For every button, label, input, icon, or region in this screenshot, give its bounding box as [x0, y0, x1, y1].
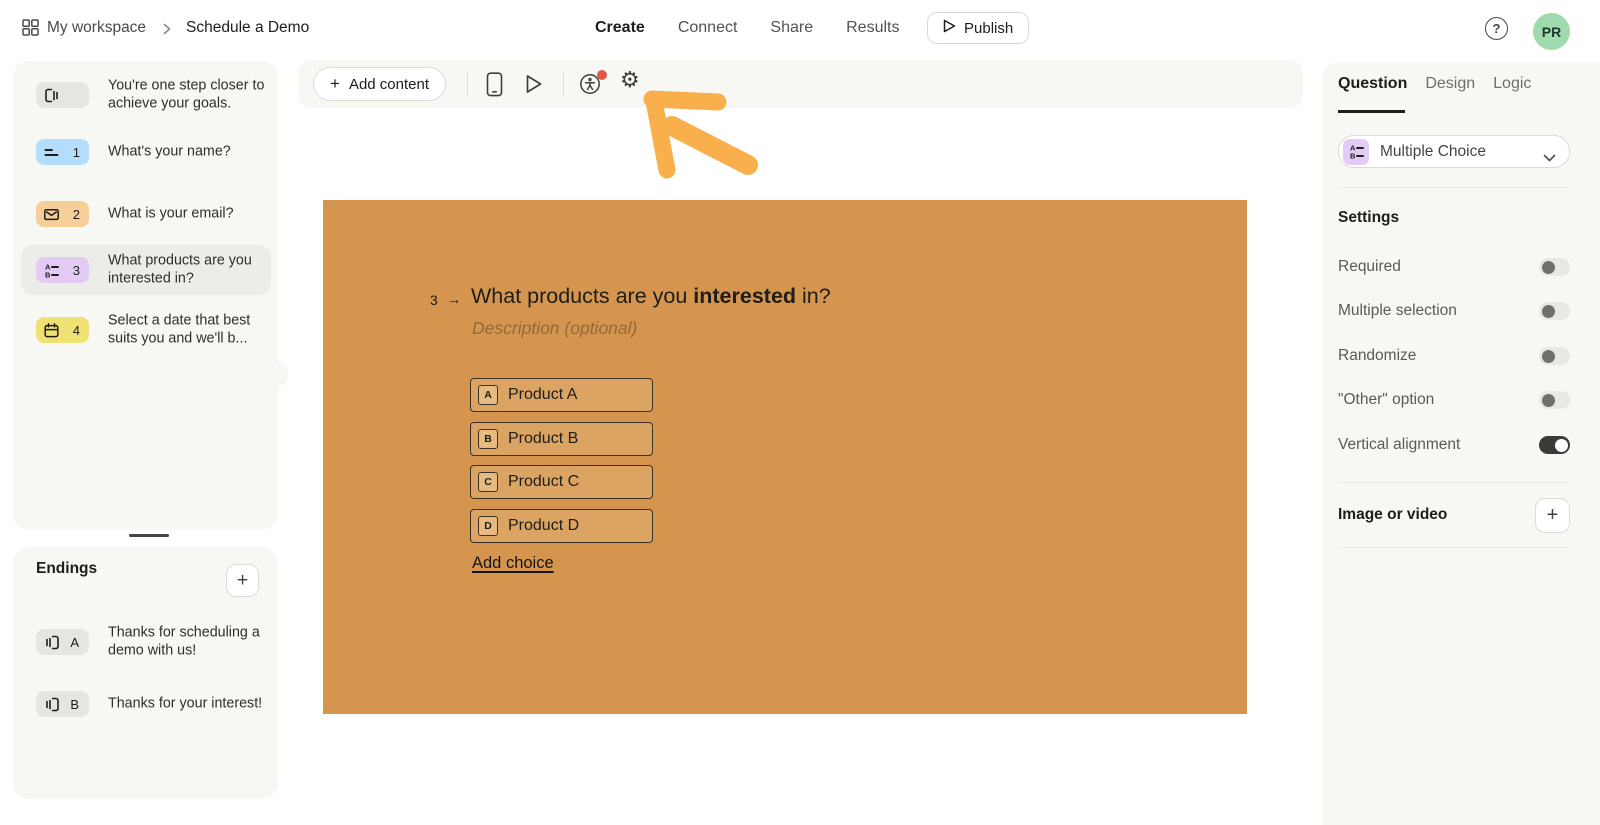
breadcrumb-chevron-icon: [163, 22, 171, 40]
choice-key-badge: C: [478, 472, 498, 492]
sidebar-item-label: What is your email?: [108, 205, 276, 223]
add-ending-button[interactable]: +: [226, 564, 259, 597]
setting-row-randomize: Randomize: [1338, 346, 1570, 366]
other-option-toggle[interactable]: [1539, 391, 1570, 409]
nav-tab-connect[interactable]: Connect: [678, 19, 738, 37]
active-tab-underline: [1338, 110, 1405, 113]
endings-panel: Endings + A Thanks for scheduling a demo…: [13, 547, 278, 799]
main-nav: Create Connect Share Results: [595, 0, 899, 55]
sidebar-item-label: You're one step closer to achieve your g…: [108, 78, 276, 113]
ending-item-b[interactable]: B Thanks for your interest!: [21, 679, 271, 729]
sidebar-collapse-handle[interactable]: [272, 361, 288, 387]
panel-resize-handle[interactable]: [129, 534, 169, 537]
ending-item-label: Thanks for your interest!: [108, 695, 276, 713]
calendar-icon: [43, 322, 60, 339]
panel-divider: [1338, 187, 1570, 188]
help-icon[interactable]: ?: [1485, 17, 1508, 40]
sidebar-item-3-products[interactable]: A B 3 What products are you interested i…: [21, 245, 271, 295]
sidebar-item-welcome[interactable]: You're one step closer to achieve your g…: [21, 70, 271, 120]
panel-divider: [1338, 547, 1570, 548]
choice-option-c[interactable]: C Product C: [470, 465, 653, 499]
randomize-toggle[interactable]: [1539, 347, 1570, 365]
welcome-screen-icon: [43, 87, 60, 104]
publish-play-icon: [943, 19, 956, 37]
tab-question[interactable]: Question: [1338, 75, 1407, 111]
choice-key-badge: B: [478, 429, 498, 449]
question-settings-panel: Question Design Logic A B Multiple Choic…: [1322, 62, 1600, 825]
publish-button[interactable]: Publish: [927, 12, 1029, 44]
sidebar-item-2-email[interactable]: 2 What is your email?: [21, 189, 271, 239]
tab-design[interactable]: Design: [1425, 75, 1475, 111]
choice-option-b[interactable]: B Product B: [470, 422, 653, 456]
question-title-input[interactable]: What products are you interested in?: [471, 284, 831, 309]
ending-item-label: Thanks for scheduling a demo with us!: [108, 625, 276, 660]
choice-option-d[interactable]: D Product D: [470, 509, 653, 543]
multiple-choice-icon: A B: [1348, 143, 1365, 160]
question-type-dropdown[interactable]: A B Multiple Choice: [1338, 135, 1570, 168]
toolbar-divider: [563, 72, 564, 96]
setting-row-required: Required: [1338, 257, 1570, 277]
svg-text:B: B: [45, 270, 51, 279]
sidebar-item-1-name[interactable]: 1 What's your name?: [21, 127, 271, 177]
breadcrumb-form-title[interactable]: Schedule a Demo: [186, 0, 309, 55]
svg-text:B: B: [1350, 152, 1356, 161]
settings-gear-icon[interactable]: ⚙: [620, 68, 640, 93]
plus-icon: +: [330, 74, 340, 94]
preview-play-icon[interactable]: [525, 74, 543, 99]
publish-label: Publish: [964, 20, 1013, 37]
editor-toolbar: + Add content ⚙: [298, 60, 1303, 108]
ending-item-a[interactable]: A Thanks for scheduling a demo with us!: [21, 617, 271, 667]
question-list-panel: You're one step closer to achieve your g…: [13, 61, 278, 530]
form-builder-app: My workspace Schedule a Demo Create Conn…: [0, 0, 1600, 825]
multiple-selection-toggle[interactable]: [1539, 302, 1570, 320]
add-content-button[interactable]: + Add content: [313, 67, 446, 101]
email-icon: [43, 206, 60, 223]
add-choice-link[interactable]: Add choice: [472, 554, 554, 573]
multiple-choice-icon: A B: [43, 262, 60, 279]
chevron-down-icon: [1543, 149, 1556, 167]
notification-dot: [597, 70, 607, 80]
setting-row-other-option: "Other" option: [1338, 390, 1570, 410]
choice-option-a[interactable]: A Product A: [470, 378, 653, 412]
nav-tab-create[interactable]: Create: [595, 19, 645, 37]
nav-tab-share[interactable]: Share: [770, 19, 813, 37]
endings-title: Endings: [36, 560, 97, 578]
ending-screen-icon: [44, 696, 61, 713]
question-canvas: 3 → What products are you interested in?…: [323, 200, 1247, 714]
question-number: 3: [430, 292, 438, 308]
image-or-video-label: Image or video: [1338, 506, 1447, 524]
workspace-grid-icon[interactable]: [22, 19, 39, 41]
breadcrumb-workspace[interactable]: My workspace: [47, 0, 146, 55]
setting-row-vertical-alignment: Vertical alignment: [1338, 435, 1570, 455]
panel-divider: [1338, 482, 1570, 483]
panel-tabs: Question Design Logic: [1338, 75, 1531, 111]
choice-key-badge: A: [478, 385, 498, 405]
ending-screen-icon: [44, 634, 61, 651]
required-toggle[interactable]: [1539, 258, 1570, 276]
sidebar-item-label: What's your name?: [108, 143, 276, 161]
choice-list: A Product A B Product B C Product C D Pr…: [470, 378, 653, 543]
avatar[interactable]: PR: [1533, 13, 1570, 50]
sidebar-item-label: Select a date that best suits you and we…: [108, 313, 276, 348]
toolbar-divider: [467, 72, 468, 96]
setting-row-multiple-selection: Multiple selection: [1338, 301, 1570, 321]
question-description-input[interactable]: Description (optional): [472, 318, 637, 339]
choice-key-badge: D: [478, 516, 498, 536]
mobile-preview-icon[interactable]: [486, 72, 503, 102]
question-arrow-icon: →: [447, 291, 461, 307]
vertical-alignment-toggle[interactable]: [1539, 436, 1570, 454]
top-bar: My workspace Schedule a Demo Create Conn…: [0, 0, 1600, 55]
settings-title: Settings: [1338, 209, 1399, 227]
sidebar-item-label: What products are you interested in?: [108, 253, 276, 288]
tab-logic[interactable]: Logic: [1493, 75, 1531, 111]
question-type-value: Multiple Choice: [1380, 143, 1486, 161]
add-image-or-video-button[interactable]: +: [1535, 498, 1570, 533]
nav-tab-results[interactable]: Results: [846, 19, 899, 37]
sidebar-item-4-date[interactable]: 4 Select a date that best suits you and …: [21, 305, 271, 355]
short-text-icon: [43, 144, 60, 161]
